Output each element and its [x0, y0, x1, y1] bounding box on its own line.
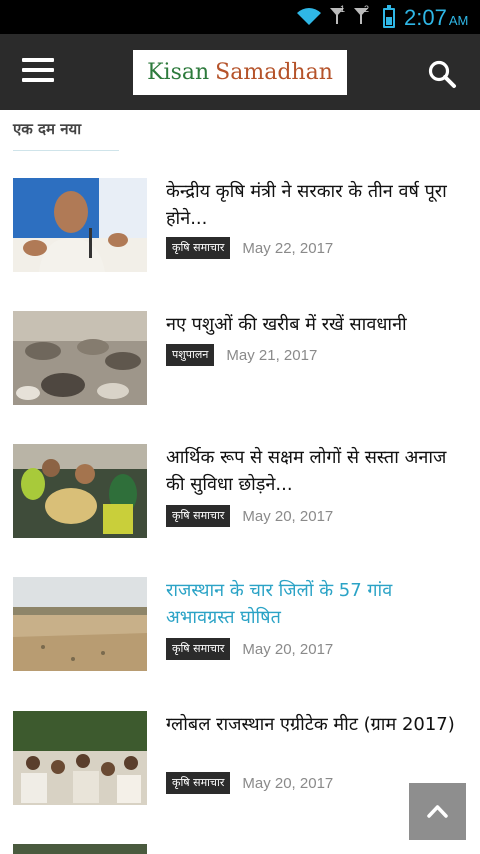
article-thumbnail[interactable] [13, 844, 147, 854]
article-meta: कृषि समाचार May 22, 2017 [166, 237, 333, 259]
list-item[interactable]: केन्द्रीय कृषि मंत्री ने सरकार के तीन वर… [0, 178, 480, 288]
wifi-icon [297, 8, 321, 25]
sim2-label: 2 [364, 4, 370, 14]
article-date: May 20, 2017 [242, 507, 334, 525]
chevron-up-icon [427, 805, 448, 818]
article-meta: कृषि समाचार May 20, 2017 [166, 505, 333, 527]
category-badge[interactable]: कृषि समाचार [166, 772, 231, 794]
clock: 2:07 AM [404, 5, 468, 31]
article-meta: कृषि समाचार May 20, 2017 [166, 772, 333, 794]
section-divider [13, 150, 119, 151]
article-thumbnail[interactable] [13, 711, 147, 805]
list-item[interactable]: ग्लोबल राजस्थान एग्रीटेक मीट (ग्राम 2017… [0, 711, 480, 821]
battery-icon [383, 5, 395, 28]
site-logo[interactable]: Kisan Samadhan [133, 50, 347, 95]
back-to-top-button[interactable] [409, 783, 466, 840]
article-date: May 20, 2017 [242, 640, 334, 658]
section-title: एक दम नया [13, 120, 82, 138]
article-thumbnail[interactable] [13, 577, 147, 671]
article-title[interactable]: ग्लोबल राजस्थान एग्रीटेक मीट (ग्राम 2017… [166, 711, 466, 738]
sim1-label: 1 [340, 4, 346, 14]
search-icon[interactable] [427, 59, 457, 89]
list-item[interactable]: आर्थिक रूप से सक्षम लोगों से सस्ता अनाज … [0, 444, 480, 554]
logo-text-samadhan: Samadhan [215, 60, 333, 85]
clock-time: 2:07 [404, 5, 447, 30]
category-badge[interactable]: कृषि समाचार [166, 505, 231, 527]
article-title[interactable]: राजस्थान के चार जिलों के 57 गांव अभावग्र… [166, 577, 466, 631]
list-item[interactable]: नए पशुओं की खरीब में रखें सावधानी पशुपाल… [0, 311, 480, 421]
article-title[interactable]: नए पशुओं की खरीब में रखें सावधानी [166, 311, 466, 338]
list-item[interactable]: राजस्थान के चार जिलों के 57 गांव अभावग्र… [0, 577, 480, 687]
article-thumbnail[interactable] [13, 178, 147, 272]
article-title[interactable]: केन्द्रीय कृषि मंत्री ने सरकार के तीन वर… [166, 178, 466, 232]
menu-icon[interactable] [22, 58, 56, 86]
article-thumbnail[interactable] [13, 311, 147, 405]
article-thumbnail[interactable] [13, 444, 147, 538]
clock-ampm: AM [448, 13, 469, 28]
logo-text-kisan: Kisan [147, 60, 210, 85]
category-badge[interactable]: कृषि समाचार [166, 638, 231, 660]
article-date: May 21, 2017 [226, 346, 318, 364]
category-badge[interactable]: कृषि समाचार [166, 237, 231, 259]
article-date: May 22, 2017 [242, 239, 334, 257]
article-meta: कृषि समाचार May 20, 2017 [166, 638, 333, 660]
category-badge[interactable]: पशुपालन [166, 344, 215, 366]
app-header: Kisan Samadhan [0, 34, 480, 110]
status-bar: 1 2 2:07 AM [0, 0, 480, 34]
list-item[interactable] [0, 844, 480, 854]
article-date: May 20, 2017 [242, 774, 334, 792]
article-title[interactable]: आर्थिक रूप से सक्षम लोगों से सस्ता अनाज … [166, 444, 466, 498]
article-meta: पशुपालन May 21, 2017 [166, 344, 317, 366]
